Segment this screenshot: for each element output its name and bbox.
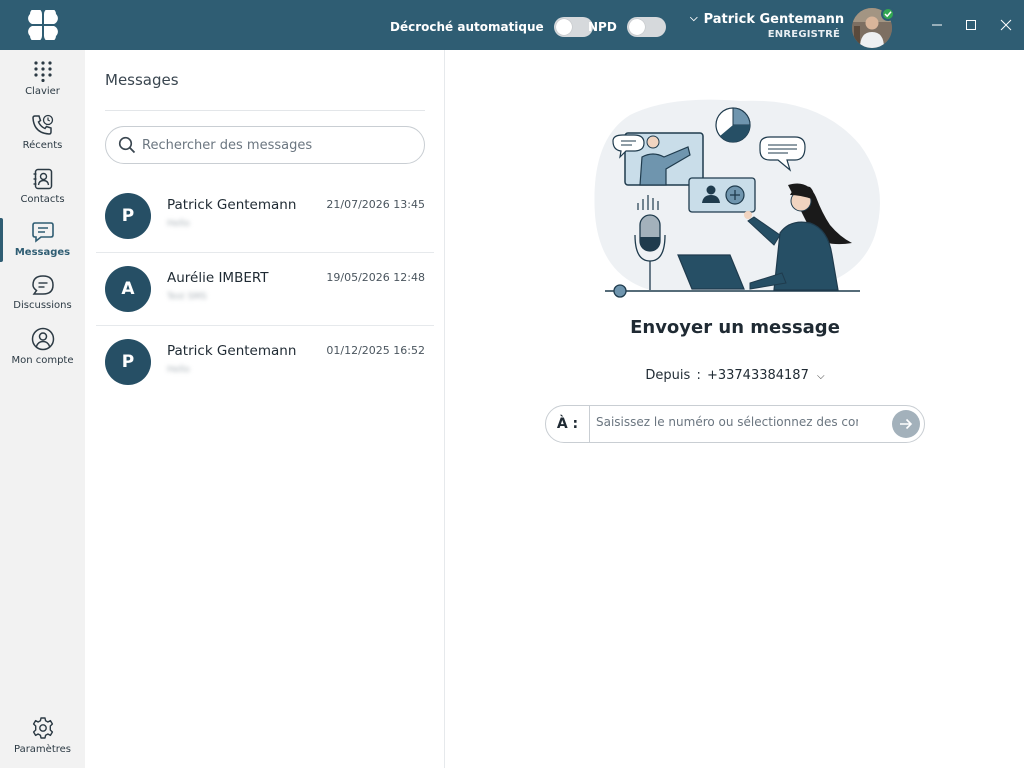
four-leaf-logo — [28, 10, 58, 40]
recent-calls-icon — [31, 114, 53, 135]
from-label: Depuis — [645, 368, 691, 383]
nav-label: Récents — [22, 140, 63, 151]
contact-name: Patrick Gentemann — [167, 343, 297, 359]
contact-initial-avatar: A — [105, 266, 151, 312]
arrow-right-icon — [900, 418, 913, 430]
dnd-label: NPD — [588, 20, 617, 34]
nav-label: Contacts — [20, 194, 65, 205]
conversation-item[interactable]: P Patrick Gentemann 21/07/2026 13:45 Hel… — [96, 179, 434, 252]
nav-label: Mon compte — [11, 355, 74, 366]
message-date: 21/07/2026 13:45 — [326, 198, 425, 211]
auto-answer-toggle[interactable] — [553, 17, 593, 37]
panel-title: Messages — [105, 71, 179, 89]
messages-icon — [31, 222, 54, 243]
contact-name: Patrick Gentemann — [167, 197, 297, 213]
presence-indicator — [881, 7, 895, 21]
maximize-icon — [966, 20, 976, 30]
message-preview: Hello — [167, 365, 190, 375]
user-name: Patrick Gentemann — [703, 12, 845, 27]
account-icon — [31, 327, 54, 351]
nav-item-recents[interactable]: Récents — [0, 114, 85, 166]
recipient-field[interactable]: À : — [545, 405, 925, 443]
recipient-input[interactable] — [596, 415, 858, 429]
close-button[interactable] — [996, 15, 1016, 35]
toggle-knob — [555, 19, 572, 35]
nav-item-discussions[interactable]: Discussions — [0, 274, 85, 326]
nav-item-mon-compte[interactable]: Mon compte — [0, 327, 85, 379]
check-icon — [884, 11, 892, 18]
to-label: À : — [546, 406, 590, 442]
contact-initial-avatar: P — [105, 193, 151, 239]
message-preview: Hello — [167, 219, 190, 229]
toggle-knob — [628, 19, 645, 35]
conversation-item[interactable]: A Aurélie IMBERT 19/05/2026 12:48 Test S… — [96, 252, 434, 325]
search-box[interactable] — [105, 126, 425, 164]
compose-panel: Envoyer un message Depuis : +33743384187… — [446, 50, 1024, 768]
registration-status: ENREGISTRÉ — [767, 29, 840, 40]
user-menu[interactable]: ⌵ Patrick Gentemann ENREGISTRÉ — [690, 12, 844, 40]
chevron-down-icon: ⌵ — [690, 13, 698, 24]
message-date: 19/05/2026 12:48 — [326, 271, 425, 284]
maximize-button[interactable] — [961, 15, 981, 35]
nav-item-contacts[interactable]: Contacts — [0, 168, 85, 220]
conversation-item[interactable]: P Patrick Gentemann 01/12/2025 16:52 Hel… — [96, 325, 434, 398]
messages-list-panel: Messages P Patrick Gentemann 21/07/2026 … — [85, 50, 445, 768]
nav-label: Paramètres — [13, 744, 72, 755]
nav-item-clavier[interactable]: Clavier — [0, 60, 85, 112]
divider — [105, 110, 425, 111]
gear-icon — [32, 717, 53, 739]
nav-label: Discussions — [13, 300, 72, 311]
contacts-icon — [33, 168, 52, 190]
close-icon — [1000, 19, 1012, 31]
nav-label: Messages — [14, 247, 71, 258]
message-preview: Test SMS — [167, 292, 207, 302]
minimize-icon — [932, 24, 942, 26]
nav-item-messages[interactable]: Messages — [0, 221, 85, 273]
search-icon — [118, 136, 136, 154]
contact-initial-avatar: P — [105, 339, 151, 385]
dialpad-icon — [33, 61, 52, 82]
dnd-toggle-group: NPD — [588, 17, 666, 37]
compose-title: Envoyer un message — [630, 317, 840, 338]
title-bar: Décroché automatique NPD ⌵ Patrick Gentem… — [0, 0, 1024, 50]
minimize-button[interactable] — [927, 15, 947, 35]
from-number-selector[interactable]: Depuis : +33743384187 ⌵ — [446, 368, 1024, 383]
chevron-down-icon: ⌵ — [816, 371, 825, 382]
send-message-illustration — [594, 99, 880, 298]
from-number: +33743384187 — [706, 368, 809, 383]
message-date: 01/12/2025 16:52 — [326, 344, 425, 357]
nav-label: Clavier — [25, 86, 60, 97]
search-input[interactable] — [142, 137, 412, 153]
discussions-icon — [31, 275, 54, 295]
from-separator: : — [696, 368, 701, 383]
auto-answer-toggle-group: Décroché automatique — [390, 17, 593, 37]
nav-item-settings[interactable]: Paramètres — [0, 716, 85, 755]
dnd-toggle[interactable] — [626, 17, 666, 37]
auto-answer-label: Décroché automatique — [390, 20, 544, 34]
navigation-rail: Clavier Récents Contacts Messages Discus… — [0, 50, 85, 768]
send-button[interactable] — [892, 410, 920, 438]
contact-name: Aurélie IMBERT — [167, 270, 269, 286]
